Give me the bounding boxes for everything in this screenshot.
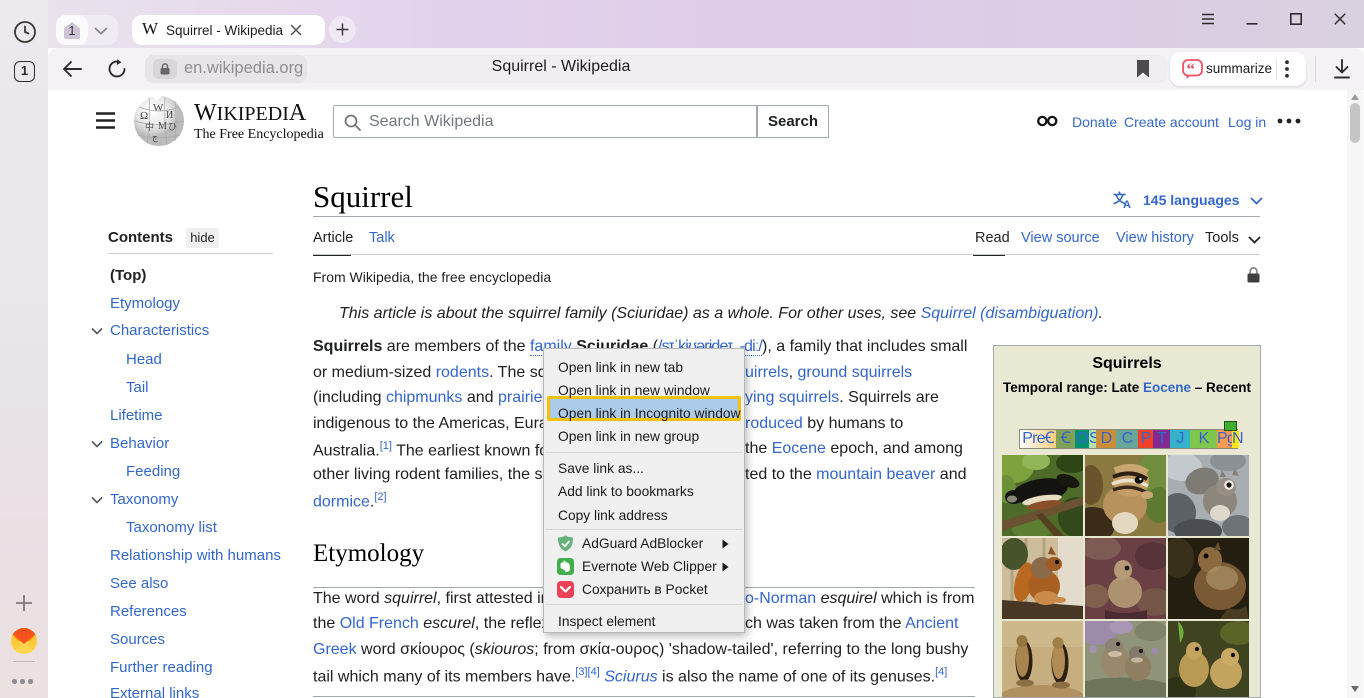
svg-text:“: “ — [1187, 60, 1196, 79]
svg-text:A: A — [1123, 199, 1131, 208]
svg-text:И: И — [166, 110, 173, 121]
svg-text:W: W — [153, 102, 164, 114]
svg-text:Ω: Ω — [140, 110, 148, 122]
svg-text:ひ: ひ — [168, 122, 177, 132]
svg-text:ج: ج — [152, 132, 158, 143]
svg-text:Μ: Μ — [158, 121, 167, 132]
svg-text:中: 中 — [145, 121, 154, 132]
